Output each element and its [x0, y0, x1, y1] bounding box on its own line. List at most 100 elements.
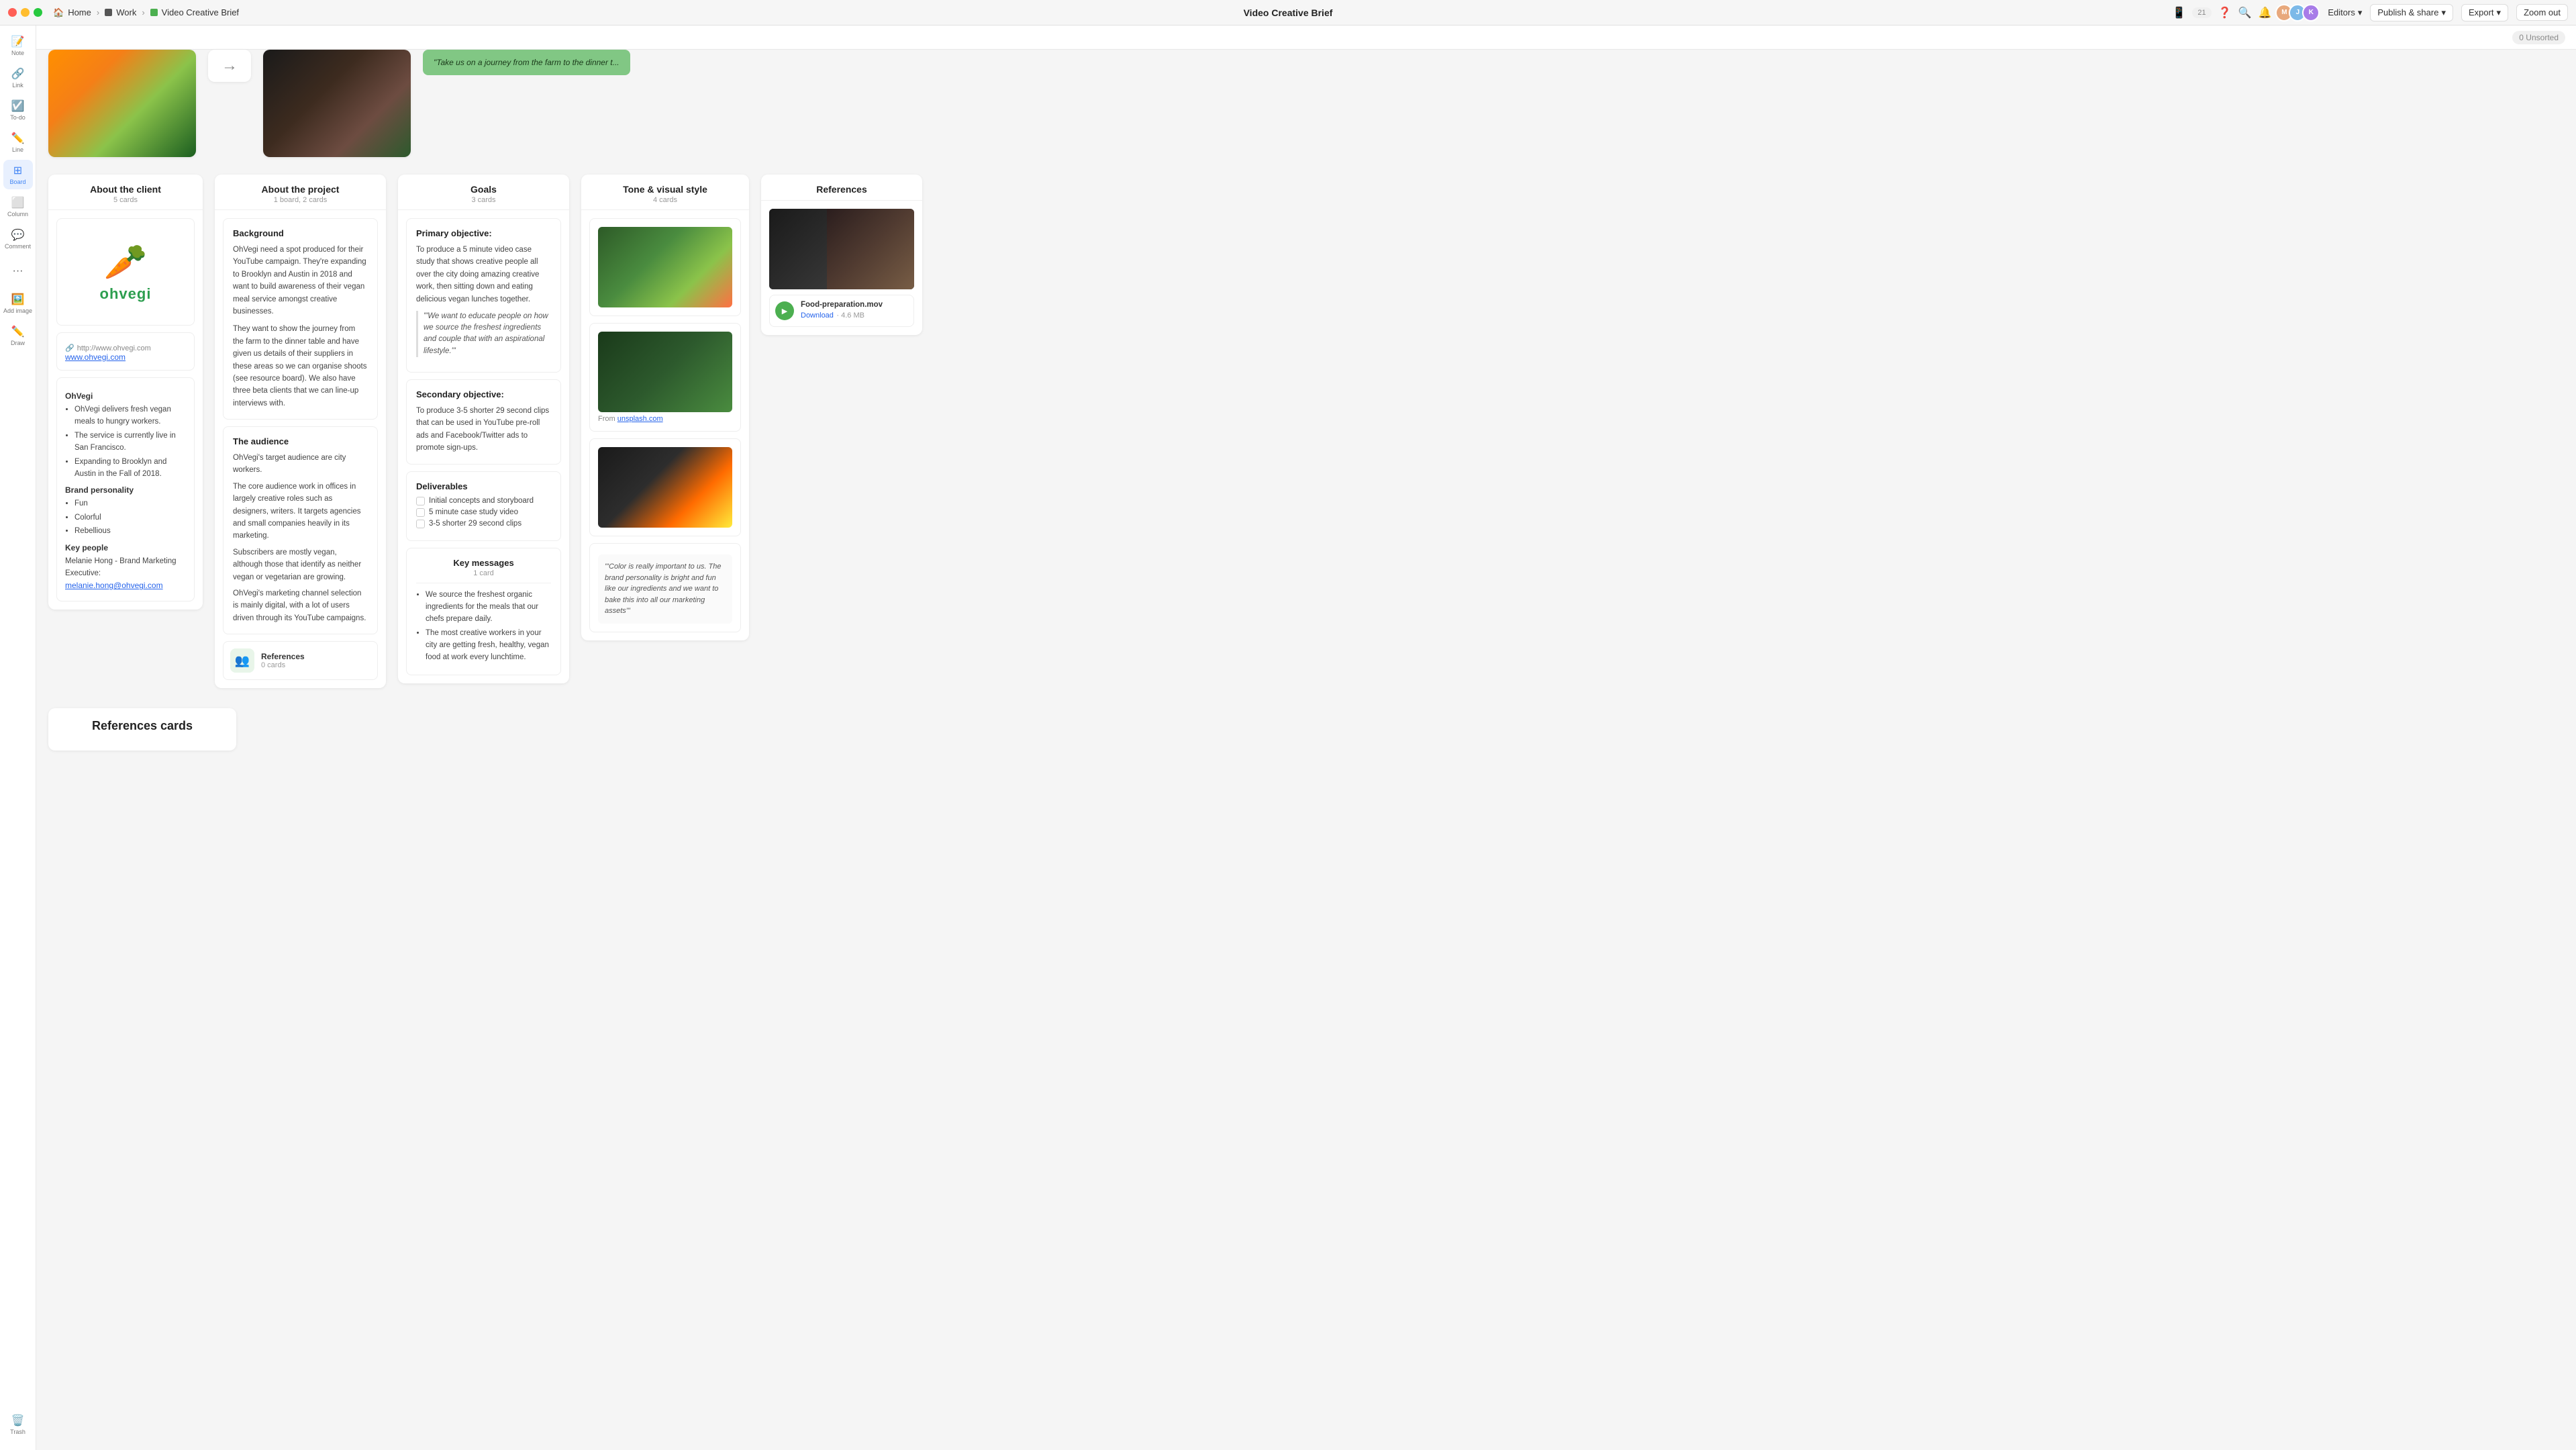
tone-body: From unsplash.com "'Color is really impo…: [581, 210, 749, 640]
canvas-area: 0 Unsorted → "Take us on a journey from …: [36, 26, 2576, 1450]
checkbox-2[interactable]: [416, 508, 425, 517]
tone-column: Tone & visual style 4 cards From unsplas…: [581, 175, 749, 640]
sidebar-label-board: Board: [9, 179, 26, 185]
canvas-toolbar: 0 Unsorted: [36, 26, 2576, 50]
tone-header: Tone & visual style 4 cards: [581, 175, 749, 210]
deliverable-1: Initial concepts and storyboard: [416, 497, 551, 505]
brand-bullet-3: Rebellious: [75, 525, 186, 537]
bell-icon[interactable]: 🔔: [2258, 6, 2271, 19]
add-image-icon: 🖼️: [11, 293, 25, 306]
tone-image-card-2: From unsplash.com: [589, 323, 741, 432]
sidebar-item-link[interactable]: 🔗 Link: [3, 63, 33, 93]
unsorted-image-card-2: [263, 50, 411, 157]
references-sub-card[interactable]: 👥 References 0 cards: [223, 641, 378, 680]
references-cards-big: References cards: [48, 708, 236, 751]
background-card: Background OhVegi need a spot produced f…: [223, 218, 378, 420]
zoom-out-button[interactable]: Zoom out: [2516, 4, 2568, 21]
key-people-email[interactable]: melanie.hong@ohvegi.com: [65, 581, 163, 590]
avatar-group: M J K: [2279, 4, 2320, 21]
video-food-overlay: [827, 209, 914, 289]
export-button[interactable]: Export ▾: [2461, 4, 2508, 21]
key-messages-header: Key messages 1 card: [416, 558, 551, 583]
editors-button[interactable]: Editors ▾: [2328, 7, 2362, 18]
arrow-right-icon: →: [221, 56, 238, 75]
arrow-card: →: [208, 50, 251, 82]
goals-title: Goals: [409, 184, 558, 195]
column-icon: ⬜: [11, 196, 25, 209]
references-count: 0 cards: [261, 661, 305, 669]
checkbox-1[interactable]: [416, 497, 425, 505]
logo-card: 🥕 ohvegi: [56, 218, 195, 326]
quote-banner-text: "Take us on a journey from the farm to t…: [434, 58, 620, 67]
chevron-down-icon: ▾: [2358, 7, 2363, 18]
references-body: ▶ ▶ Food-preparation.mov Download · 4.6 …: [761, 201, 922, 335]
search-icon[interactable]: 🔍: [2238, 6, 2252, 19]
titlebar: 🏠 Home › Work › Video Creative Brief Vid…: [0, 0, 2576, 26]
sidebar: 📝 Note 🔗 Link ☑️ To-do ✏️ Line ⊞ Board ⬜…: [0, 26, 36, 1450]
deliverable-2: 5 minute case study video: [416, 508, 551, 517]
about-project-subtitle: 1 board, 2 cards: [226, 196, 375, 204]
brand-bullets: Fun Colorful Rebellious: [65, 497, 186, 537]
sidebar-item-comment[interactable]: 💬 Comment: [3, 224, 33, 254]
breadcrumb-work[interactable]: Work: [105, 7, 136, 17]
video-thumbnail[interactable]: ▶: [769, 209, 914, 289]
sidebar-item-note[interactable]: 📝 Note: [3, 31, 33, 60]
deliverables-label: Deliverables: [416, 481, 551, 491]
deliverable-1-text: Initial concepts and storyboard: [429, 497, 534, 505]
maximize-button[interactable]: [34, 8, 42, 17]
breadcrumb-brief[interactable]: Video Creative Brief: [150, 7, 239, 17]
sidebar-item-todo[interactable]: ☑️ To-do: [3, 95, 33, 125]
goals-subtitle: 3 cards: [409, 196, 558, 204]
file-play-icon[interactable]: ▶: [775, 301, 794, 320]
secondary-label: Secondary objective:: [416, 389, 551, 399]
deliverable-3: 3-5 shorter 29 second clips: [416, 520, 551, 528]
audience-text-1: OhVegi's target audience are city worker…: [233, 452, 368, 477]
minimize-button[interactable]: [21, 8, 30, 17]
sidebar-item-more[interactable]: ···: [3, 256, 33, 286]
about-client-body: 🥕 ohvegi 🔗 http://www.ohvegi.com www.ohv…: [48, 210, 203, 610]
link-card: 🔗 http://www.ohvegi.com www.ohvegi.com: [56, 332, 195, 371]
breadcrumb-home[interactable]: 🏠 Home: [53, 7, 91, 18]
audience-text-4: OhVegi's marketing channel selection is …: [233, 587, 368, 624]
tone-quote-text: "'Color is really important to us. The b…: [598, 554, 732, 624]
key-messages-card: Key messages 1 card We source the freshe…: [406, 548, 561, 675]
breadcrumb-work-label: Work: [116, 7, 136, 17]
unsplash-link[interactable]: unsplash.com: [617, 415, 663, 423]
goals-body: Primary objective: To produce a 5 minute…: [398, 210, 569, 683]
deliverables-card: Deliverables Initial concepts and storyb…: [406, 471, 561, 541]
help-icon[interactable]: ❓: [2218, 6, 2232, 19]
ohvegi-text: ohvegi: [100, 285, 152, 303]
bottom-unsorted: References cards: [36, 688, 2576, 751]
sidebar-item-draw[interactable]: ✏️ Draw: [3, 321, 33, 350]
company-info-card: OhVegi OhVegi delivers fresh vegan meals…: [56, 377, 195, 601]
sidebar-label-todo: To-do: [10, 114, 26, 121]
sidebar-item-line[interactable]: ✏️ Line: [3, 128, 33, 157]
link-text[interactable]: www.ohvegi.com: [65, 352, 186, 362]
draw-icon: ✏️: [11, 325, 25, 338]
board-row: About the client 5 cards 🥕 ohvegi �: [36, 169, 2576, 688]
primary-text: To produce a 5 minute video case study t…: [416, 244, 551, 305]
note-icon: 📝: [11, 35, 25, 48]
sidebar-label-trash: Trash: [10, 1429, 26, 1435]
brand-bullet-1: Fun: [75, 497, 186, 510]
ohvegi-logo: 🥕 ohvegi: [100, 242, 152, 303]
file-download-link[interactable]: Download: [801, 311, 834, 320]
background-text-1: OhVegi need a spot produced for their Yo…: [233, 244, 368, 318]
references-header-title: References: [772, 184, 911, 195]
deliverable-3-text: 3-5 shorter 29 second clips: [429, 520, 522, 528]
checkbox-3[interactable]: [416, 520, 425, 528]
device-icon[interactable]: 📱: [2172, 6, 2185, 19]
sidebar-label-comment: Comment: [5, 243, 31, 250]
close-button[interactable]: [8, 8, 17, 17]
references-cards-title: References cards: [59, 719, 226, 733]
sidebar-item-trash[interactable]: 🗑️ Trash: [3, 1410, 33, 1439]
publish-share-button[interactable]: Publish & share ▾: [2370, 4, 2453, 21]
unsorted-row: → "Take us on a journey from the farm to…: [36, 50, 2576, 169]
line-icon: ✏️: [11, 132, 25, 145]
goals-header: Goals 3 cards: [398, 175, 569, 210]
primary-objective-card: Primary objective: To produce a 5 minute…: [406, 218, 561, 373]
sidebar-item-board[interactable]: ⊞ Board: [3, 160, 33, 189]
notifications-badge[interactable]: 21: [2192, 7, 2211, 18]
sidebar-item-column[interactable]: ⬜ Column: [3, 192, 33, 222]
sidebar-item-add-image[interactable]: 🖼️ Add image: [3, 289, 33, 318]
